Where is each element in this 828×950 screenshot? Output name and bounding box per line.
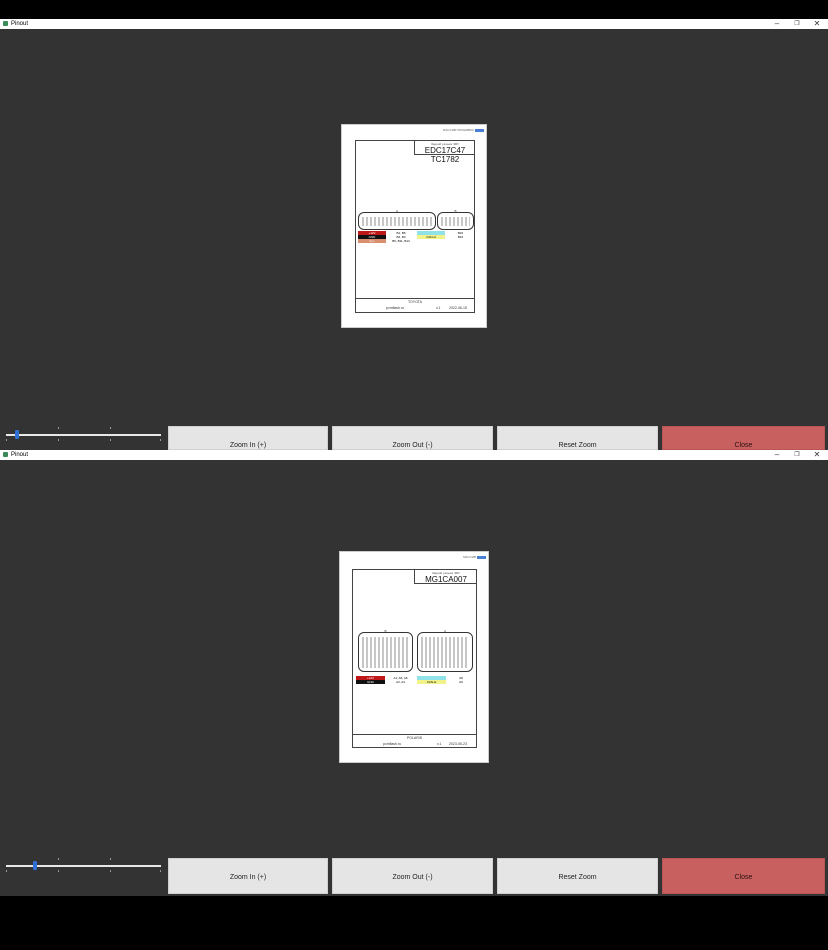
zoom-toolbar: Zoom In (+) Zoom Out (-) Reset Zoom Clos… <box>0 858 828 896</box>
slider-tick <box>110 427 111 429</box>
footer-site: pcmflash.ru <box>386 306 405 310</box>
footer-date: 2022-06-15 <box>449 306 467 310</box>
page-footer: TOYOTA pcmflash.ru v.1 2022-06-15 <box>356 298 474 312</box>
slider-track[interactable] <box>6 865 161 867</box>
footer-brand: POLARIS <box>406 736 423 740</box>
reset-zoom-button[interactable]: Reset Zoom <box>497 858 658 894</box>
footer-date: 2023-05-23 <box>449 742 467 746</box>
slider-tick <box>58 858 59 860</box>
close-window-button[interactable]: ✕ <box>810 450 824 460</box>
close-window-button[interactable]: ✕ <box>810 19 824 29</box>
zoom-out-button[interactable]: Zoom Out (-) <box>332 858 493 894</box>
brand-tag: МАССИВ <box>463 555 486 559</box>
footer-version: v.1 <box>436 306 441 310</box>
pinout-page: МАССИВ Задний разъем ЭБУ MG1CA007 B A +1… <box>339 551 489 763</box>
close-button[interactable]: Close <box>662 426 825 450</box>
legend-can-h: CAN-H <box>417 680 446 684</box>
connector-label: A <box>395 209 398 213</box>
legend-value: B16 <box>457 235 464 239</box>
connector-label: B <box>454 209 457 213</box>
page-frame: Задний разъем ЭБУ EDC17C47 TC1782 A B +1… <box>355 140 475 313</box>
page-frame: Задний разъем ЭБУ MG1CA007 B A +12V GND … <box>352 569 477 748</box>
pin-legend: +12V GND K-L B1, B5 B2, B3 B6, B11, B13 … <box>358 231 474 247</box>
pin-grid <box>362 217 432 226</box>
maximize-button[interactable]: ❐ <box>790 19 804 29</box>
pinout-window-1: Pinout – ❐ ✕ МАССИВ ПРОШИВОК Задний разъ… <box>0 19 828 450</box>
connector-a: A <box>417 629 473 672</box>
connector-a: A <box>358 209 436 230</box>
slider-tick <box>110 858 111 860</box>
footer-version: v.1 <box>437 742 442 746</box>
window-title: Pinout <box>11 452 29 458</box>
zoom-slider[interactable] <box>6 858 161 872</box>
maximize-button[interactable]: ❐ <box>790 450 804 460</box>
ecu-title: EDC17C47 TC1782 <box>424 146 466 164</box>
title-block: Задний разъем ЭБУ MG1CA007 <box>414 570 477 584</box>
zoom-out-button[interactable]: Zoom Out (-) <box>332 426 493 450</box>
zoom-in-button[interactable]: Zoom In (+) <box>168 858 328 894</box>
pinout-page: МАССИВ ПРОШИВОК Задний разъем ЭБУ EDC17C… <box>341 124 487 328</box>
footer-brand: TOYOTA <box>407 300 423 304</box>
title-block: Задний разъем ЭБУ EDC17C47 TC1782 <box>414 141 475 164</box>
legend-can-h: CAN-H <box>417 235 445 239</box>
connector-label: A <box>443 629 446 633</box>
slider-tick <box>160 870 161 872</box>
slider-tick <box>6 439 7 441</box>
slider-tick <box>58 427 59 429</box>
slider-thumb[interactable] <box>33 861 37 870</box>
slider-tick <box>110 439 111 441</box>
legend-value: A9 <box>459 680 463 684</box>
reset-zoom-button[interactable]: Reset Zoom <box>497 426 658 450</box>
connector-label: B <box>384 629 387 633</box>
slider-tick <box>58 439 59 441</box>
title-bar[interactable]: Pinout – ❐ ✕ <box>0 19 828 29</box>
zoom-in-button[interactable]: Zoom In (+) <box>168 426 328 450</box>
brand-tag: МАССИВ ПРОШИВОК <box>443 128 484 132</box>
minimize-button[interactable]: – <box>770 450 784 460</box>
zoom-slider[interactable] <box>6 427 161 441</box>
title-bar[interactable]: Pinout – ❐ ✕ <box>0 450 828 460</box>
pin-legend: +12V GND A1, A5, A6 A2, A3 CAN-H A8 A9 <box>356 676 474 686</box>
slider-tick <box>160 439 161 441</box>
zoom-toolbar: Zoom In (+) Zoom Out (-) Reset Zoom Clos… <box>0 426 828 450</box>
pin-grid <box>421 637 469 668</box>
ecu-title: MG1CA007 <box>425 575 467 584</box>
app-icon <box>3 452 8 457</box>
pin-grid <box>362 637 409 668</box>
document-viewer[interactable]: МАССИВ Задний разъем ЭБУ MG1CA007 B A +1… <box>0 460 828 858</box>
legend-kl: K-L <box>358 239 386 243</box>
app-icon <box>3 21 8 26</box>
footer-site: pcmflash.ru <box>383 742 402 746</box>
pin-grid <box>441 217 470 226</box>
minimize-button[interactable]: – <box>770 19 784 29</box>
connector-b: B <box>437 209 474 230</box>
legend-value: B6, B11, B13 <box>392 239 410 243</box>
document-viewer[interactable]: МАССИВ ПРОШИВОК Задний разъем ЭБУ EDC17C… <box>0 29 828 427</box>
slider-tick <box>58 870 59 872</box>
slider-tick <box>6 870 7 872</box>
slider-track[interactable] <box>6 434 161 436</box>
page-footer: POLARIS pcmflash.ru v.1 2023-05-23 <box>353 734 476 748</box>
slider-tick <box>110 870 111 872</box>
close-button[interactable]: Close <box>662 858 825 894</box>
legend-value: A2, A3 <box>396 680 405 684</box>
pinout-window-2: Pinout – ❐ ✕ МАССИВ Задний разъем ЭБУ MG… <box>0 450 828 896</box>
window-title: Pinout <box>11 21 29 27</box>
connector-b: B <box>358 629 413 672</box>
legend-gnd: GND <box>356 680 385 684</box>
slider-thumb[interactable] <box>15 430 19 439</box>
